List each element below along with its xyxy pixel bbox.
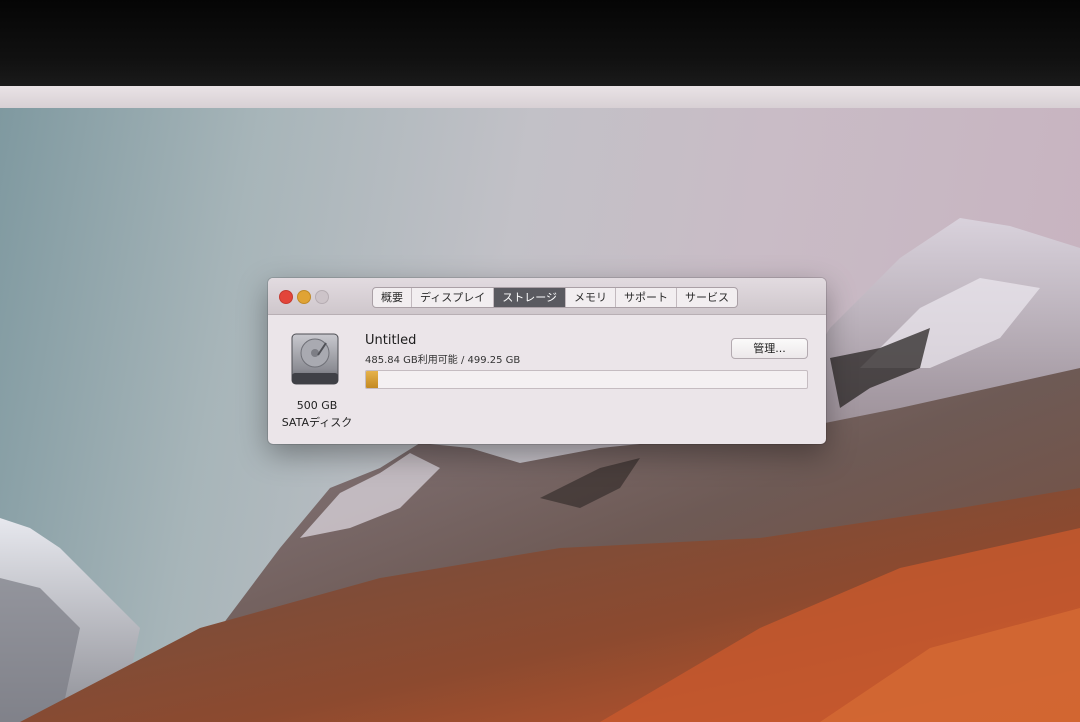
about-this-mac-window: 概要 ディスプレイ ストレージ メモリ サポート サービス 500 GB SAT (268, 278, 826, 444)
window-titlebar: 概要 ディスプレイ ストレージ メモリ サポート サービス (268, 278, 826, 315)
tab-service[interactable]: サービス (676, 288, 737, 307)
hard-drive-icon (291, 333, 339, 385)
zoom-button (315, 290, 329, 304)
disk-capacity-label: 500 GB (296, 399, 338, 412)
tab-memory[interactable]: メモリ (565, 288, 615, 307)
tab-bar: 概要 ディスプレイ ストレージ メモリ サポート サービス (372, 287, 739, 308)
tab-overview[interactable]: 概要 (373, 288, 411, 307)
minimize-button[interactable] (297, 290, 311, 304)
storage-usage-fill (366, 371, 378, 388)
storage-panel: 500 GB SATAディスク Untitled 485.84 GB利用可能 /… (268, 315, 826, 444)
volume-usage-text: 485.84 GB利用可能 / 499.25 GB (365, 355, 521, 366)
tab-displays[interactable]: ディスプレイ (411, 288, 493, 307)
manage-button[interactable]: 管理... (731, 338, 808, 359)
monitor-bezel (0, 0, 1080, 86)
close-button[interactable] (279, 290, 293, 304)
menu-bar (0, 86, 1080, 109)
volume-name: Untitled (365, 333, 417, 348)
storage-usage-bar (365, 370, 808, 389)
tab-storage[interactable]: ストレージ (493, 288, 566, 307)
disk-type-label: SATAディスク (281, 416, 353, 429)
tab-support[interactable]: サポート (615, 288, 676, 307)
